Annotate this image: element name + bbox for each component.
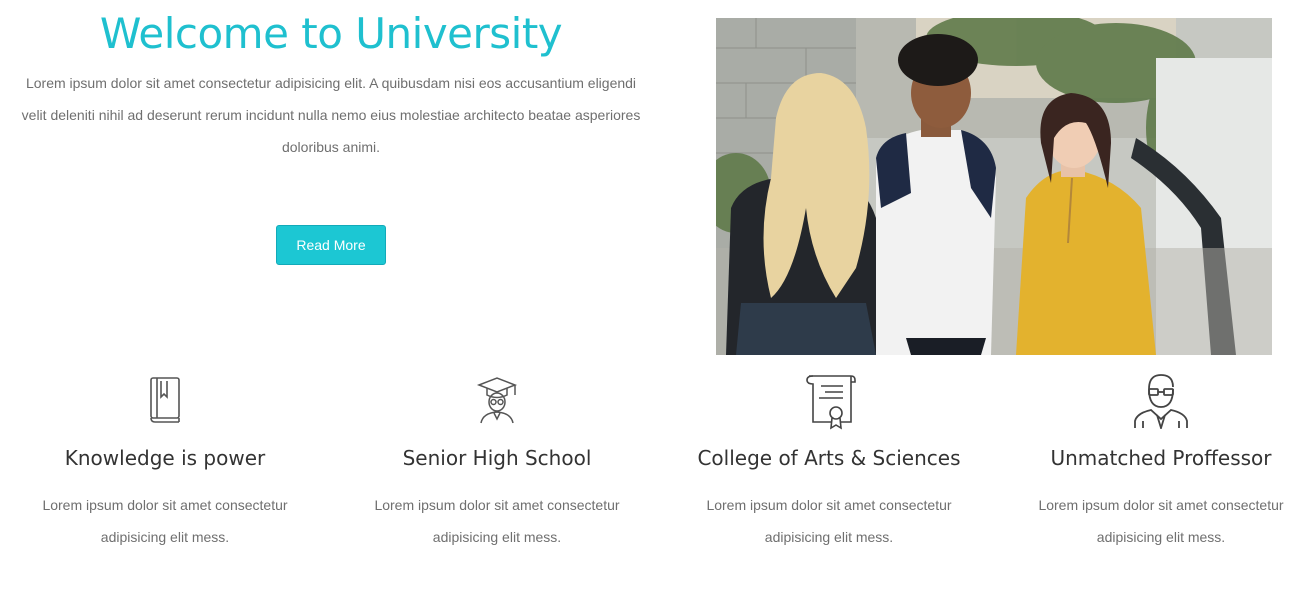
feature-title: Unmatched Proffessor <box>1050 446 1272 470</box>
feature-arts-sciences: College of Arts & Sciences Lorem ipsum d… <box>679 368 979 553</box>
students-photo <box>716 18 1272 355</box>
feature-high-school: Senior High School Lorem ipsum dolor sit… <box>347 368 647 553</box>
feature-title: College of Arts & Sciences <box>697 446 961 470</box>
professor-icon <box>1011 368 1311 432</box>
feature-text: Lorem ipsum dolor sit amet consectetur a… <box>374 497 620 545</box>
features-row: Knowledge is power Lorem ipsum dolor sit… <box>0 368 1313 568</box>
feature-professor: Unmatched Proffessor Lorem ipsum dolor s… <box>1011 368 1311 553</box>
welcome-section: Welcome to University Lorem ipsum dolor … <box>10 0 652 265</box>
graduate-icon <box>347 368 647 432</box>
feature-text: Lorem ipsum dolor sit amet consectetur a… <box>706 497 952 545</box>
feature-text: Lorem ipsum dolor sit amet consectetur a… <box>42 497 288 545</box>
feature-knowledge: Knowledge is power Lorem ipsum dolor sit… <box>15 368 315 553</box>
read-more-button[interactable]: Read More <box>276 225 386 265</box>
feature-title: Senior High School <box>402 446 592 470</box>
page: Welcome to University Lorem ipsum dolor … <box>0 0 1313 596</box>
feature-text: Lorem ipsum dolor sit amet consectetur a… <box>1038 497 1284 545</box>
certificate-icon <box>679 368 979 432</box>
book-icon <box>15 368 315 432</box>
welcome-text: Lorem ipsum dolor sit amet consectetur a… <box>21 75 641 155</box>
feature-title: Knowledge is power <box>64 446 266 470</box>
welcome-title: Welcome to University <box>99 9 563 58</box>
